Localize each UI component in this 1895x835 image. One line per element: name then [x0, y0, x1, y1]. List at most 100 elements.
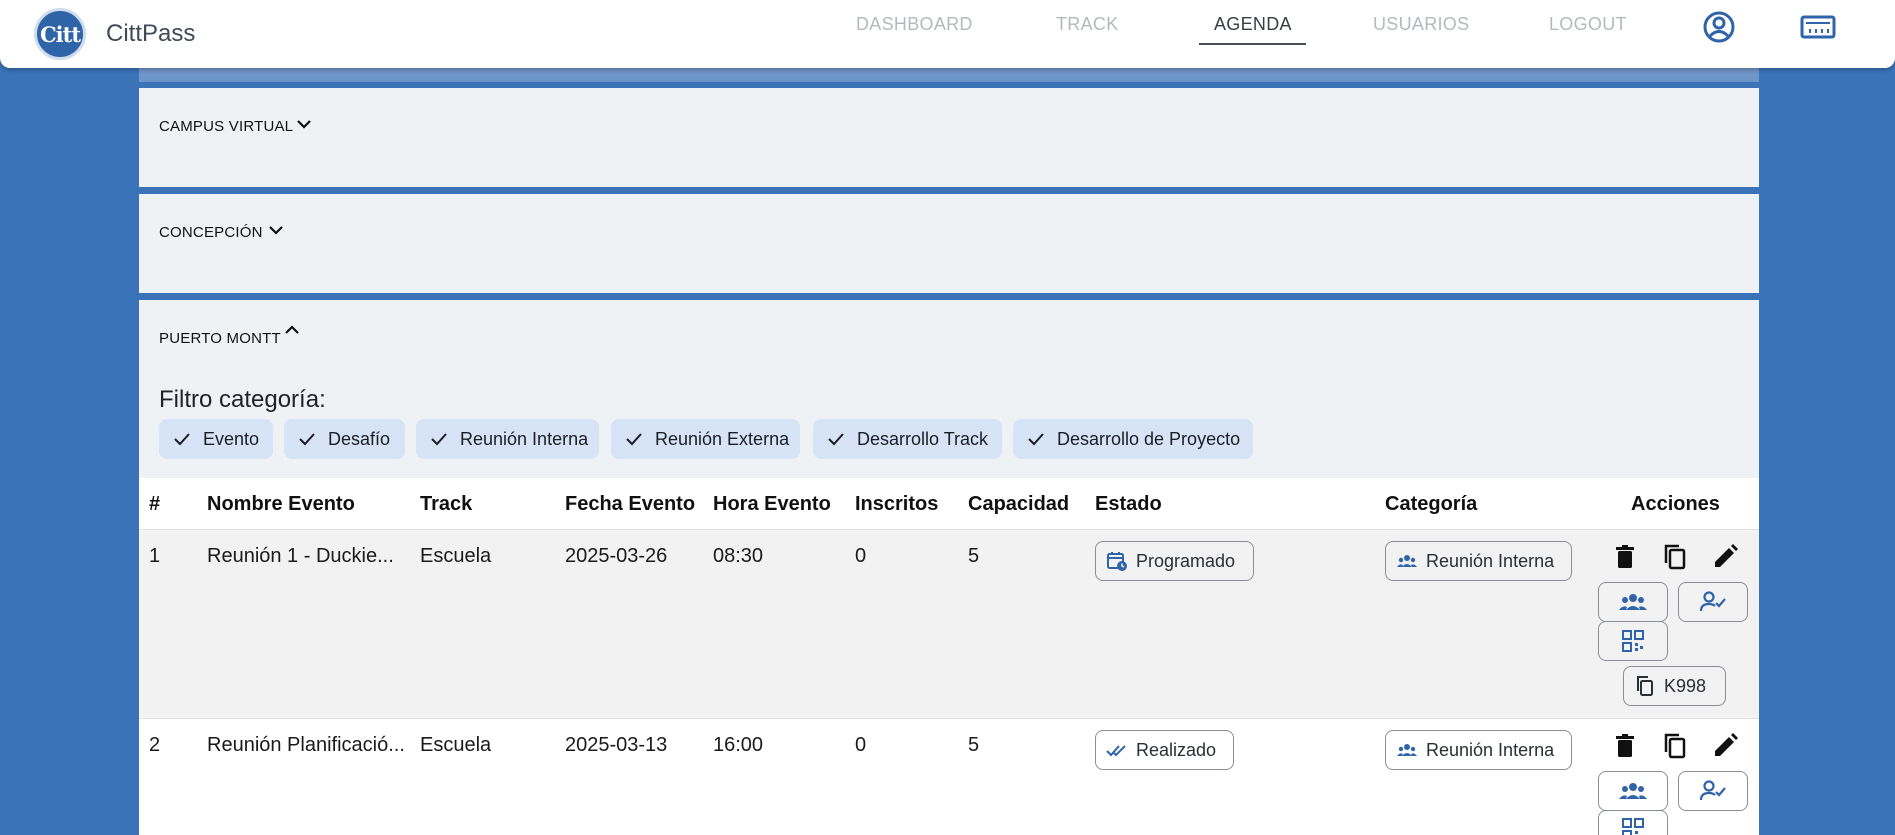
cell-fecha: 2025-03-13 [565, 734, 668, 756]
chip-label: Evento [203, 428, 260, 449]
chip-label: Reunión Interna [460, 428, 589, 449]
pencil-icon[interactable] [1710, 542, 1740, 572]
header-nombre: Nombre Evento [207, 493, 355, 515]
check-icon [626, 433, 642, 446]
event-code: K998 [1664, 675, 1707, 696]
nav-dashboard[interactable]: DASHBOARD [856, 14, 973, 35]
brand-name: CittPass [106, 20, 196, 47]
cell-capacidad: 5 [968, 545, 980, 567]
cell-num: 1 [149, 545, 161, 567]
header-num: # [149, 493, 161, 515]
copy-code-button[interactable]: K998 [1623, 666, 1726, 706]
status-badge-programado[interactable]: Programado [1095, 541, 1254, 581]
group-icon [1397, 555, 1417, 567]
header-track: Track [420, 493, 473, 515]
section-divider [139, 68, 1759, 82]
filter-chip-evento[interactable]: Evento [159, 419, 273, 459]
check-icon [174, 433, 190, 446]
table-row: 2 Reunión Planificació... Escuela 2025-0… [139, 719, 1759, 835]
filter-chip-desarrollo-proyecto[interactable]: Desarrollo de Proyecto [1013, 419, 1253, 459]
cell-track: Escuela [420, 734, 492, 756]
chevron-up-icon[interactable] [283, 324, 301, 336]
person-check-icon [1699, 780, 1726, 801]
table-header: # Nombre Evento Track Fecha Evento Hora … [139, 478, 1759, 530]
cell-hora: 16:00 [713, 734, 764, 756]
filter-chip-desarrollo-track[interactable]: Desarrollo Track [813, 419, 1002, 459]
header-categoria: Categoría [1385, 493, 1478, 515]
copy-icon [1637, 676, 1653, 696]
cell-inscritos: 0 [855, 734, 867, 756]
header-estado: Estado [1095, 493, 1162, 515]
trash-icon[interactable] [1610, 542, 1640, 572]
filter-title: Filtro categoría: [159, 386, 326, 413]
pencil-icon[interactable] [1710, 731, 1740, 761]
qr-code-button[interactable] [1598, 810, 1668, 835]
cell-capacidad: 5 [968, 734, 980, 756]
cell-nombre: Reunión 1 - Duckie... [207, 545, 394, 567]
qr-code-icon [1622, 818, 1644, 835]
qr-code-icon [1622, 630, 1644, 652]
check-icon [431, 433, 447, 446]
check-icon [1028, 433, 1044, 446]
chip-label: Desafío [328, 428, 391, 449]
category-label: Reunión Interna [1426, 739, 1555, 760]
participants-button[interactable] [1598, 582, 1668, 622]
cell-hora: 08:30 [713, 545, 764, 567]
chip-label: Reunión Externa [655, 428, 790, 449]
chip-label: Desarrollo Track [857, 428, 989, 449]
calendar-clock-icon [1107, 552, 1127, 571]
citt-logo[interactable]: Citt [34, 8, 86, 60]
chevron-down-icon[interactable] [295, 118, 313, 130]
top-navbar: Citt CittPass DASHBOARD TRACK AGENDA USU… [0, 0, 1895, 68]
cell-num: 2 [149, 734, 161, 756]
header-acciones: Acciones [1631, 493, 1720, 515]
cell-inscritos: 0 [855, 545, 867, 567]
copy-icon[interactable] [1660, 731, 1690, 761]
cell-track: Escuela [420, 545, 492, 567]
status-label: Programado [1136, 550, 1236, 571]
nav-agenda[interactable]: AGENDA [1214, 14, 1292, 35]
participants-button[interactable] [1598, 771, 1668, 811]
section-title-campus-virtual: CAMPUS VIRTUAL [159, 118, 294, 135]
events-table: # Nombre Evento Track Fecha Evento Hora … [139, 478, 1759, 835]
group-icon [1619, 594, 1647, 610]
cell-nombre: Reunión Planificació... [207, 734, 405, 756]
status-label: Realizado [1136, 739, 1217, 760]
person-check-icon [1699, 591, 1726, 612]
copy-icon[interactable] [1660, 542, 1690, 572]
attendance-button[interactable] [1678, 771, 1748, 811]
nav-logout[interactable]: LOGOUT [1549, 14, 1627, 35]
category-badge[interactable]: Reunión Interna [1385, 730, 1572, 770]
double-check-icon [1106, 745, 1126, 757]
group-icon [1397, 744, 1417, 756]
category-badge[interactable]: Reunión Interna [1385, 541, 1572, 581]
attendance-button[interactable] [1678, 582, 1748, 622]
header-capacidad: Capacidad [968, 493, 1070, 515]
filter-chip-reunion-externa[interactable]: Reunión Externa [611, 419, 800, 459]
nav-usuarios[interactable]: USUARIOS [1373, 14, 1469, 35]
section-title-concepcion: CONCEPCIÓN [159, 224, 263, 241]
qr-code-button[interactable] [1598, 621, 1668, 661]
logo-text: Citt [39, 21, 81, 47]
nav-track[interactable]: TRACK [1056, 14, 1119, 35]
header-hora: Hora Evento [713, 493, 831, 515]
header-inscritos: Inscritos [855, 493, 939, 515]
chevron-down-icon[interactable] [267, 224, 285, 236]
agenda-panel: CAMPUS VIRTUAL CONCEPCIÓN PUERTO MONTT F… [139, 68, 1759, 835]
section-campus-virtual[interactable]: CAMPUS VIRTUAL [139, 88, 1759, 187]
header-fecha: Fecha Evento [565, 493, 696, 515]
active-tab-indicator [1199, 43, 1306, 45]
filter-chip-reunion-interna[interactable]: Reunión Interna [416, 419, 599, 459]
filter-chip-desafio[interactable]: Desafío [284, 419, 405, 459]
section-title-puerto-montt[interactable]: PUERTO MONTT [159, 330, 281, 347]
check-icon [299, 433, 315, 446]
cell-fecha: 2025-03-26 [565, 545, 668, 567]
section-concepcion[interactable]: CONCEPCIÓN [139, 194, 1759, 293]
ticket-icon[interactable] [1800, 14, 1836, 40]
check-icon [828, 433, 844, 446]
account-circle-icon[interactable] [1702, 10, 1736, 44]
category-label: Reunión Interna [1426, 550, 1555, 571]
trash-icon[interactable] [1610, 731, 1640, 761]
status-badge-realizado[interactable]: Realizado [1095, 730, 1234, 770]
group-icon [1619, 783, 1647, 799]
